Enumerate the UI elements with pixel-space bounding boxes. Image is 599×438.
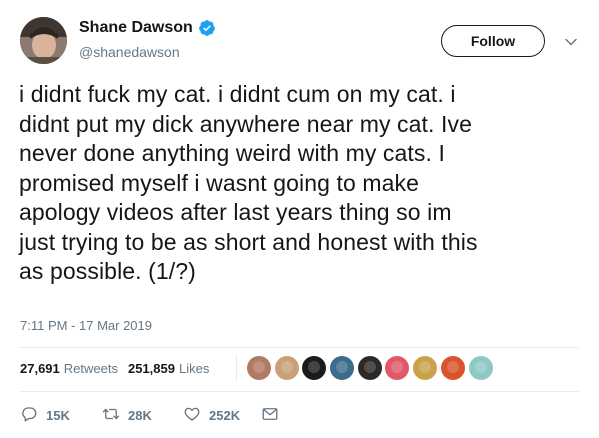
tweet-text-line: didnt put my dick anywhere near my cat. … xyxy=(19,110,473,137)
divider xyxy=(19,391,579,392)
tweet-stats: 27,691 Retweets 251,859 Likes xyxy=(20,361,209,376)
display-name[interactable]: Shane Dawson xyxy=(79,19,216,37)
tweet-card: Shane Dawson @shanedawson Follow i didnt… xyxy=(0,0,599,438)
liker-avatar[interactable] xyxy=(330,356,355,380)
like-button[interactable]: 252K xyxy=(183,405,240,426)
direct-message-button[interactable] xyxy=(261,405,279,426)
reply-count: 15K xyxy=(46,408,70,423)
heart-icon xyxy=(183,405,201,426)
retweet-button[interactable]: 28K xyxy=(102,405,152,426)
avatar-image xyxy=(308,361,321,373)
tweet-text-line: i didnt fuck my cat. i didnt cum on my c… xyxy=(19,81,456,107)
likes-stat[interactable]: 251,859 Likes xyxy=(128,361,209,376)
retweets-label: Retweets xyxy=(63,361,118,376)
tweet-text-line: just trying to be as short and honest wi… xyxy=(19,228,478,255)
avatar-image xyxy=(253,361,265,373)
chevron-down-icon[interactable] xyxy=(562,33,580,51)
liker-avatar[interactable] xyxy=(413,356,438,380)
envelope-icon xyxy=(261,405,279,426)
liker-avatar[interactable] xyxy=(302,356,327,380)
tweet-text-line: promised myself i wasnt going to make xyxy=(19,169,419,196)
tweet-text: i didnt fuck my cat. i didnt cum on my c… xyxy=(19,80,589,287)
avatar-image xyxy=(280,361,293,373)
tweet-text-line: never done anything weird with my cats. … xyxy=(19,140,445,166)
tweet-timestamp[interactable]: 7:11 PM - 17 Mar 2019 xyxy=(20,318,152,333)
liker-avatar[interactable] xyxy=(468,356,493,380)
reply-button[interactable]: 15K xyxy=(20,405,70,426)
tweet-text-line: apology videos after last years thing so… xyxy=(19,199,452,225)
retweet-count: 28K xyxy=(128,408,152,423)
liker-avatar[interactable] xyxy=(274,356,299,380)
user-handle[interactable]: @shanedawson xyxy=(79,44,180,60)
stats-separator xyxy=(236,355,237,381)
tweet-text-line: as possible. (1/?) xyxy=(19,258,196,284)
liker-avatars xyxy=(247,356,496,380)
likes-label: Likes xyxy=(178,361,210,376)
likes-count: 251,859 xyxy=(127,361,175,376)
follow-button[interactable]: Follow xyxy=(441,25,545,57)
retweets-count: 27,691 xyxy=(20,361,60,376)
retweets-stat[interactable]: 27,691 Retweets xyxy=(20,361,118,376)
avatar-image xyxy=(446,361,459,373)
divider xyxy=(19,347,579,348)
like-count: 252K xyxy=(209,408,241,423)
liker-avatar[interactable] xyxy=(247,356,271,380)
liker-avatar[interactable] xyxy=(440,356,465,380)
avatar-image xyxy=(474,361,487,373)
avatar-image xyxy=(336,361,349,373)
reply-icon xyxy=(20,405,38,426)
liker-avatar[interactable] xyxy=(385,356,410,380)
avatar-image xyxy=(20,17,67,64)
retweet-icon xyxy=(102,405,120,426)
avatar-image xyxy=(363,361,376,373)
verified-badge-icon xyxy=(198,19,216,37)
profile-avatar[interactable] xyxy=(20,17,67,64)
avatar-image xyxy=(391,361,404,373)
avatar-image xyxy=(419,361,432,373)
liker-avatar[interactable] xyxy=(357,356,382,380)
display-name-text: Shane Dawson xyxy=(79,19,193,36)
